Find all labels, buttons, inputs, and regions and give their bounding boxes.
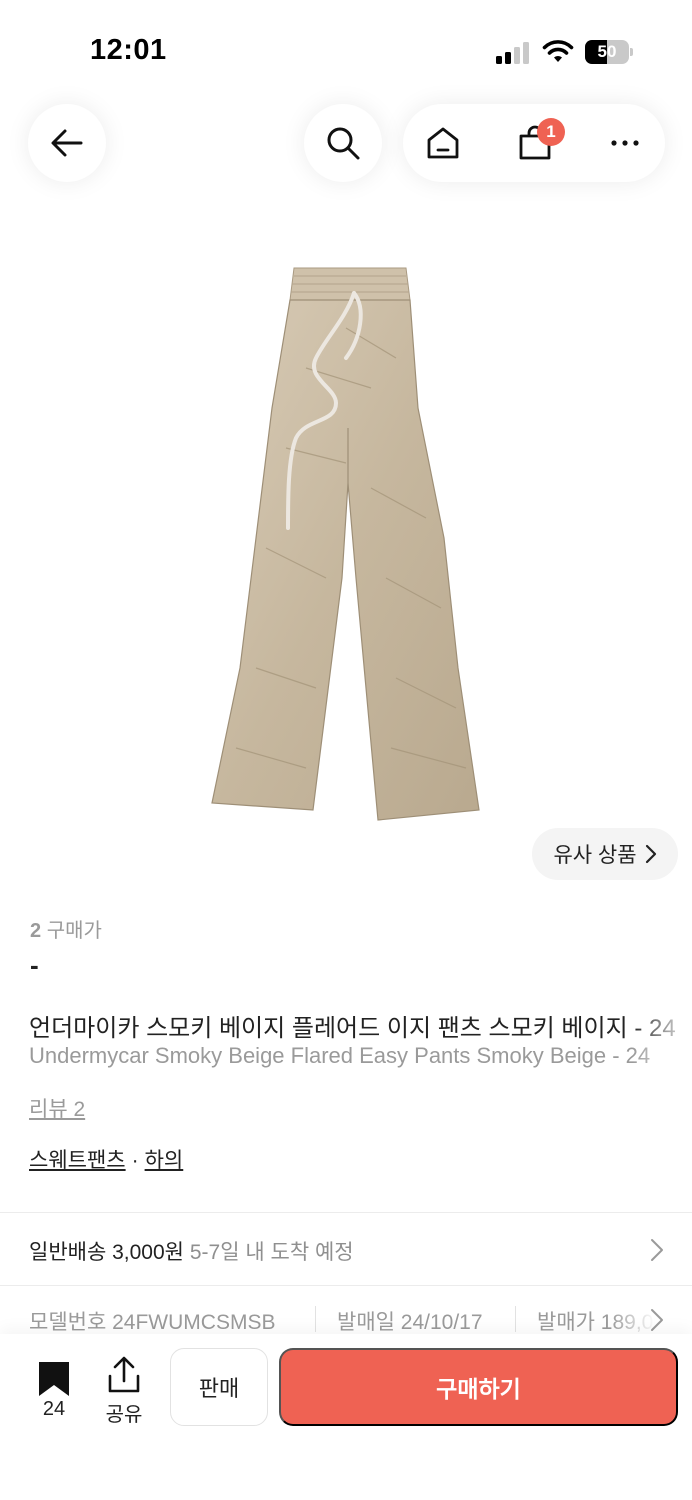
home-button[interactable] [423, 123, 463, 163]
nav-actions: 1 [403, 104, 665, 182]
more-button[interactable] [605, 123, 645, 163]
status-bar: 12:01 50 [0, 0, 692, 100]
price: - [30, 950, 39, 980]
share-button[interactable]: 공유 [96, 1348, 152, 1426]
share-icon [108, 1356, 140, 1393]
bottom-action-bar: 24 공유 판매 구매하기 [0, 1334, 692, 1500]
model-number: 모델번호 24FWUMCSMSB [29, 1311, 276, 1334]
product-meta-row[interactable]: 모델번호 24FWUMCSMSB 발매일 24/10/17 발매가 189,00… [0, 1286, 692, 1336]
shipping-row[interactable]: 일반배송 3,000원 5-7일 내 도착 예정 [0, 1214, 692, 1284]
category-link-sweatpants[interactable]: 스웨트팬츠 [29, 1149, 126, 1172]
meta-separator [315, 1306, 316, 1332]
home-icon [427, 127, 459, 159]
chevron-right-icon [651, 1309, 663, 1331]
review-link[interactable]: 리뷰 2 [29, 1093, 85, 1123]
battery-icon: 50 [585, 40, 633, 64]
chevron-right-icon [645, 844, 656, 864]
more-icon [611, 140, 639, 146]
signal-icon [496, 42, 529, 64]
bookmark-count: 24 [42, 1398, 66, 1420]
release-date: 발매일 24/10/17 [337, 1311, 483, 1334]
product-image[interactable] [196, 248, 496, 838]
category-link-bottoms[interactable]: 하의 [145, 1149, 184, 1172]
shipping-info: 일반배송 3,000원 5-7일 내 도착 예정 [29, 1236, 354, 1266]
meta-separator [515, 1306, 516, 1332]
purchasers-info: 2 구매가 [30, 914, 102, 943]
buy-button[interactable]: 구매하기 [279, 1348, 678, 1426]
search-icon [327, 127, 360, 160]
category-breadcrumb: 스웨트팬츠 · 하의 [29, 1144, 183, 1174]
bookmark-icon [39, 1362, 69, 1396]
back-arrow-icon [51, 129, 83, 157]
divider [0, 1212, 692, 1213]
category-separator: · [131, 1149, 139, 1172]
sell-button[interactable]: 판매 [170, 1348, 268, 1426]
share-label: 공유 [105, 1404, 143, 1426]
shipping-label: 일반배송 3,000원 [29, 1241, 184, 1264]
back-button[interactable] [28, 104, 106, 182]
similar-products-label: 유사 상품 [553, 844, 637, 867]
cart-badge: 1 [537, 118, 565, 146]
chevron-right-icon [651, 1239, 663, 1261]
purchasers-label: 구매가 [46, 920, 102, 942]
search-button[interactable] [304, 104, 382, 182]
title-fade [632, 1000, 692, 1080]
battery-percent: 50 [597, 42, 617, 61]
shipping-eta: 5-7일 내 도착 예정 [189, 1241, 354, 1264]
bookmark-button[interactable]: 24 [26, 1350, 82, 1426]
wifi-icon [542, 40, 574, 62]
status-time: 12:01 [90, 34, 167, 66]
purchasers-count: 2 [30, 920, 42, 942]
similar-products-button[interactable]: 유사 상품 [532, 828, 678, 880]
product-title-korean: 언더마이카 스모키 베이지 플레어드 이지 팬츠 스모키 베이지 - 24 [29, 1015, 676, 1042]
product-title-english: Undermycar Smoky Beige Flared Easy Pants… [29, 1043, 651, 1068]
